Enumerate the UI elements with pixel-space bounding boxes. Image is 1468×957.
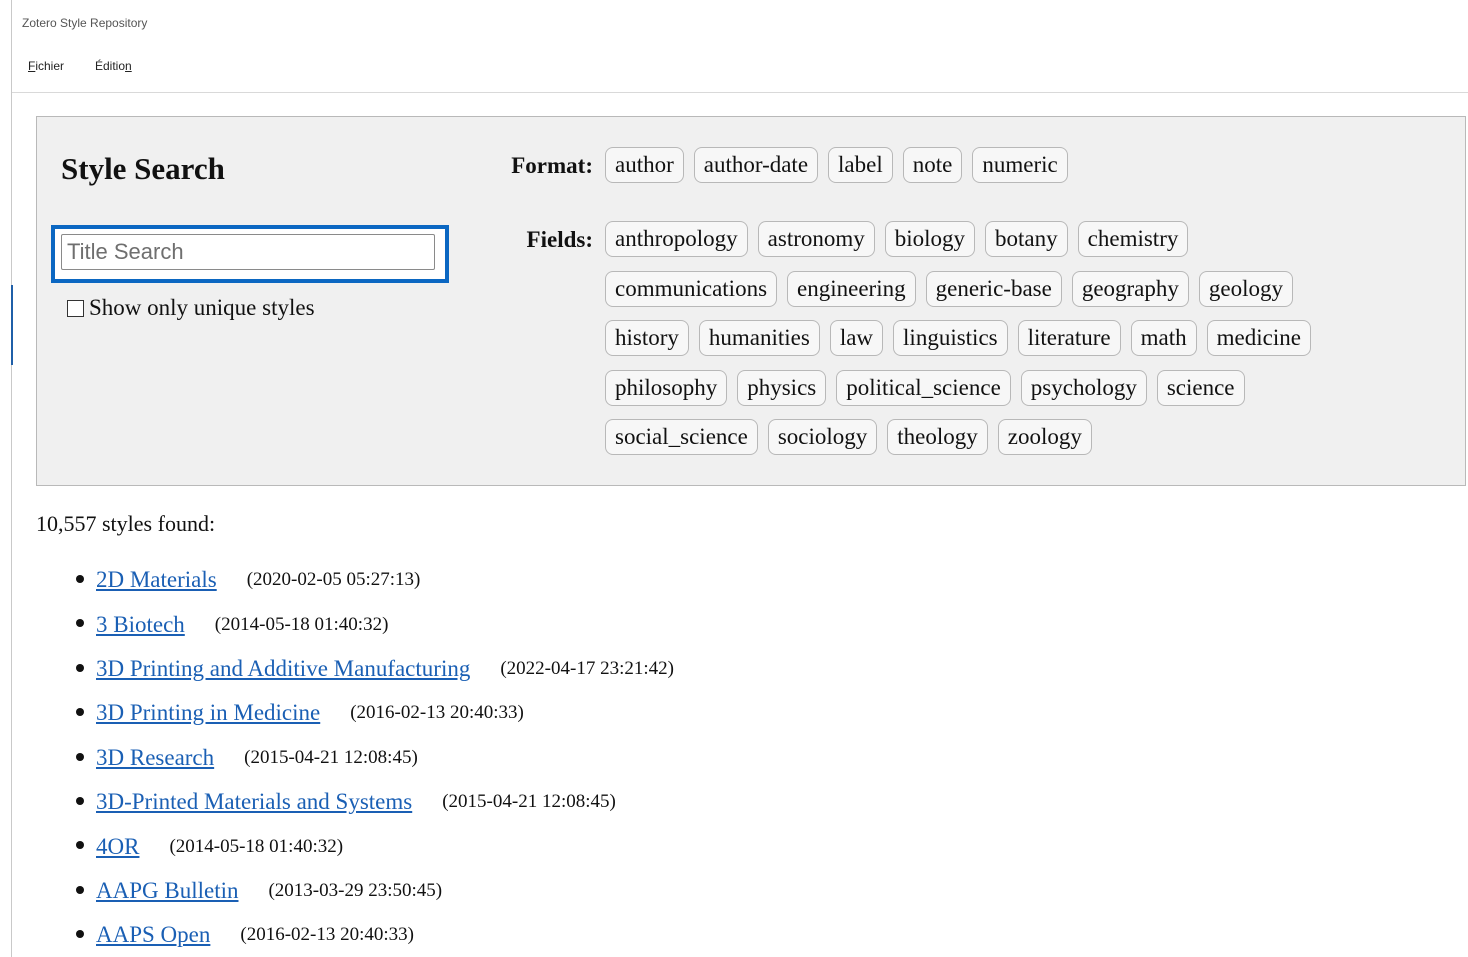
- field-tag-physics[interactable]: physics: [737, 369, 827, 406]
- field-tag-row: anthropology astronomy biology botany chemis…: [605, 221, 1198, 257]
- field-tag-psychology[interactable]: psychology: [1020, 369, 1147, 406]
- field-tag-chemistry[interactable]: chemistry: [1077, 221, 1189, 257]
- bullet-icon: [76, 796, 84, 805]
- window-left-border: [11, 0, 12, 957]
- bullet-icon: [76, 619, 84, 628]
- style-title-link[interactable]: 3D Research: [96, 745, 214, 771]
- field-tag-astronomy[interactable]: astronomy: [757, 221, 875, 257]
- field-tag-humanities[interactable]: humanities: [698, 320, 820, 356]
- style-title-link[interactable]: AAPG Bulletin: [96, 878, 238, 904]
- title-bar: Zotero Style Repository: [12, 0, 1468, 44]
- field-tag-theology[interactable]: theology: [887, 419, 988, 455]
- result-item: 3D Printing in Medicine (2016-02-13 20:40…: [36, 691, 674, 735]
- bullet-icon: [76, 708, 84, 717]
- menu-fichier[interactable]: Fichier: [28, 59, 64, 73]
- field-tag-communications[interactable]: communications: [605, 270, 778, 307]
- field-tag-row: history humanities law linguistics literatur…: [605, 320, 1321, 356]
- bullet-icon: [76, 930, 84, 939]
- result-item: AAPG Bulletin (2013-03-29 23:50:45): [36, 869, 674, 913]
- field-tag-literature[interactable]: literature: [1017, 320, 1121, 356]
- field-tag-generic-base[interactable]: generic-base: [925, 270, 1062, 307]
- result-item: 4OR (2014-05-18 01:40:32): [36, 824, 674, 868]
- unique-styles-option[interactable]: Show only unique styles: [67, 295, 315, 321]
- style-updated-date: (2016-02-13 20:40:33): [240, 924, 414, 946]
- style-title-link[interactable]: AAPS Open: [96, 922, 210, 948]
- results-count: 10,557 styles found:: [36, 511, 216, 536]
- field-tag-geology[interactable]: geology: [1198, 270, 1293, 307]
- field-tag-history[interactable]: history: [605, 320, 689, 356]
- style-title-link[interactable]: 4OR: [96, 834, 139, 860]
- result-item: AAPS Open (2016-02-13 20:40:33): [36, 913, 674, 957]
- menu-edition-accesskey: n: [125, 59, 132, 73]
- style-title-link[interactable]: 3 Biotech: [96, 612, 185, 638]
- style-updated-date: (2022-04-17 23:21:42): [500, 657, 674, 679]
- style-title-link[interactable]: 3D-Printed Materials and Systems: [96, 789, 412, 815]
- format-tag-numeric[interactable]: numeric: [972, 147, 1068, 183]
- style-title-link[interactable]: 3D Printing in Medicine: [96, 700, 320, 726]
- format-tag-author-date[interactable]: author-date: [693, 147, 819, 183]
- field-tag-anthropology[interactable]: anthropology: [605, 221, 748, 257]
- bullet-icon: [76, 575, 84, 583]
- style-updated-date: (2015-04-21 12:08:45): [442, 791, 616, 813]
- field-tag-row: philosophy physics political_science psycho…: [605, 369, 1255, 406]
- field-tag-philosophy[interactable]: philosophy: [605, 369, 728, 406]
- results-list: 2D Materials (2020-02-05 05:27:13) 3 Biote…: [36, 558, 674, 957]
- result-item: 3 Biotech (2014-05-18 01:40:32): [36, 602, 674, 646]
- unique-styles-checkbox[interactable]: [67, 299, 84, 317]
- field-tag-engineering[interactable]: engineering: [787, 270, 916, 307]
- field-tag-law[interactable]: law: [829, 320, 884, 356]
- menu-fichier-accesskey: F: [28, 59, 36, 73]
- style-updated-date: (2016-02-13 20:40:33): [350, 702, 524, 724]
- style-title-link[interactable]: 2D Materials: [96, 567, 217, 593]
- bullet-icon: [76, 841, 84, 850]
- menu-edition[interactable]: Édition: [95, 59, 132, 73]
- fields-label: Fields:: [526, 227, 593, 252]
- format-tag-author[interactable]: author: [605, 147, 684, 183]
- field-tag-zoology[interactable]: zoology: [997, 419, 1092, 455]
- result-item: 3D Research (2015-04-21 12:08:45): [36, 736, 674, 780]
- search-focus-highlight: [51, 225, 449, 283]
- menu-bar: Fichier Édition: [12, 44, 1468, 93]
- field-tag-botany[interactable]: botany: [985, 221, 1068, 257]
- field-tag-biology[interactable]: biology: [884, 221, 976, 257]
- style-search-panel: Style Search Show only unique styles For…: [36, 116, 1466, 486]
- style-updated-date: (2014-05-18 01:40:32): [169, 835, 344, 857]
- result-item: 2D Materials (2020-02-05 05:27:13): [36, 558, 674, 602]
- style-title-link[interactable]: 3D Printing and Additive Manufacturing: [96, 656, 470, 682]
- unique-styles-label: Show only unique styles: [89, 295, 315, 320]
- format-tag-label[interactable]: label: [828, 147, 893, 183]
- result-item: 3D Printing and Additive Manufacturing (2…: [36, 647, 674, 691]
- field-tag-science[interactable]: science: [1156, 369, 1245, 406]
- style-updated-date: (2015-04-21 12:08:45): [244, 746, 418, 768]
- style-updated-date: (2020-02-05 05:27:13): [246, 569, 421, 591]
- result-item: 3D-Printed Materials and Systems (2015-04…: [36, 780, 674, 824]
- field-tag-social-science[interactable]: social_science: [605, 419, 758, 455]
- window-focus-accent: [11, 285, 13, 365]
- format-label: Format:: [511, 153, 593, 178]
- field-tag-row: social_science sociology theology zoology: [605, 419, 1102, 455]
- format-tag-list: author author-date label note numeric: [605, 147, 1078, 183]
- field-tag-linguistics[interactable]: linguistics: [893, 320, 1008, 356]
- format-tag-note[interactable]: note: [902, 147, 963, 183]
- field-tag-row: communications engineering generic-base geo…: [605, 270, 1303, 307]
- style-updated-date: (2014-05-18 01:40:32): [214, 613, 389, 635]
- field-tag-sociology[interactable]: sociology: [767, 419, 878, 455]
- bullet-icon: [76, 885, 84, 894]
- field-tag-political-science[interactable]: political_science: [836, 369, 1011, 406]
- field-tag-medicine[interactable]: medicine: [1206, 320, 1311, 356]
- style-updated-date: (2013-03-29 23:50:45): [268, 879, 443, 901]
- bullet-icon: [76, 752, 84, 761]
- field-tag-geography[interactable]: geography: [1071, 270, 1189, 307]
- bullet-icon: [76, 663, 84, 672]
- window-title: Zotero Style Repository: [22, 16, 148, 30]
- title-search-input[interactable]: [61, 234, 435, 270]
- style-search-heading: Style Search: [61, 151, 225, 186]
- field-tag-math[interactable]: math: [1130, 320, 1197, 356]
